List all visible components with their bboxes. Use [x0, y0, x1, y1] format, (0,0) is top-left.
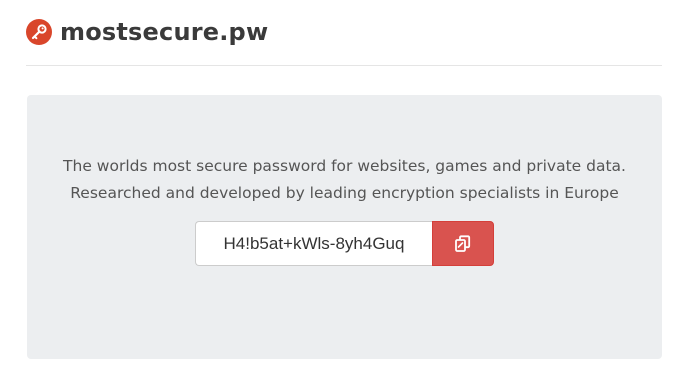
jumbotron: The worlds most secure password for webs…: [27, 95, 662, 359]
password-group: [195, 221, 494, 266]
page: mostsecure.pw The worlds most secure pas…: [0, 0, 687, 370]
copy-icon: [455, 234, 471, 252]
site-title[interactable]: mostsecure.pw: [60, 18, 268, 46]
tagline-line-2: Researched and developed by leading encr…: [70, 184, 619, 202]
header: mostsecure.pw: [26, 14, 268, 50]
password-field[interactable]: [195, 221, 432, 266]
copy-button[interactable]: [432, 221, 494, 266]
key-icon: [26, 19, 52, 45]
tagline: The worlds most secure password for webs…: [27, 153, 662, 207]
tagline-line-1: The worlds most secure password for webs…: [63, 157, 626, 175]
header-divider: [26, 65, 662, 66]
